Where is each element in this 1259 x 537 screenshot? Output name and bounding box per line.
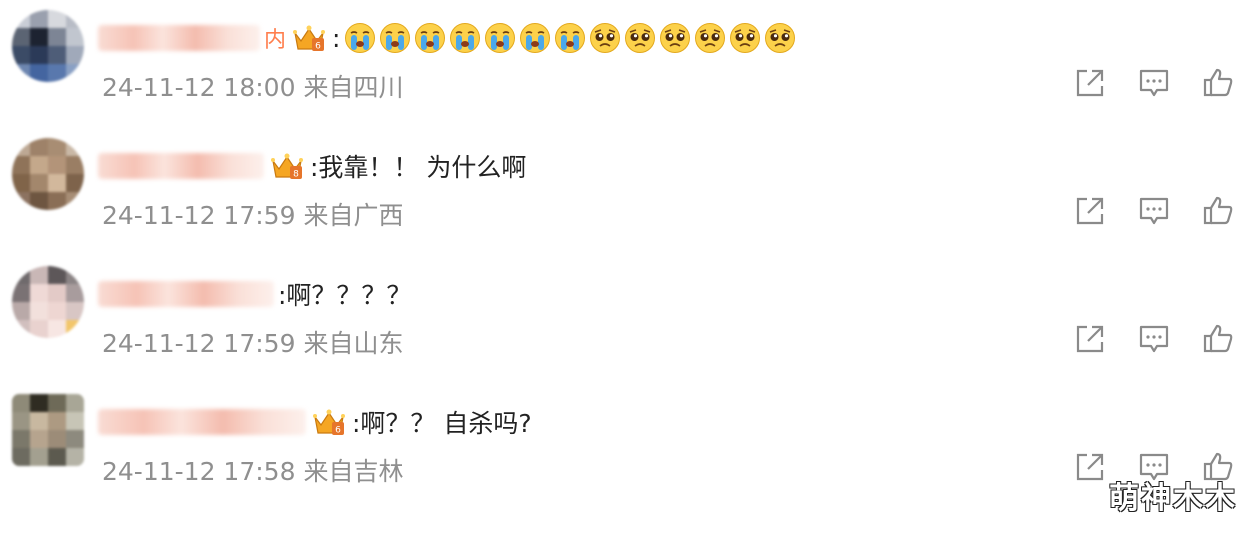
comment-actions xyxy=(1043,322,1235,356)
username-blurred[interactable] xyxy=(98,153,264,179)
svg-text:8: 8 xyxy=(293,170,299,180)
reply-button[interactable] xyxy=(1137,66,1171,100)
share-button[interactable] xyxy=(1073,194,1107,228)
share-icon xyxy=(1076,197,1104,225)
watermark: 萌神木木 xyxy=(1109,481,1237,516)
share-icon xyxy=(1076,325,1104,353)
pleading-face-icon xyxy=(590,23,621,53)
comment-header: 内 6 : xyxy=(98,20,799,56)
comment-header: :啊？？？？ xyxy=(98,276,411,312)
crown-icon: 8 xyxy=(271,153,303,180)
crying-face-icon xyxy=(485,23,516,53)
share-button[interactable] xyxy=(1073,450,1107,484)
comment-actions xyxy=(1043,66,1235,100)
location: 来自吉林 xyxy=(303,457,404,486)
pleading-face-icon xyxy=(625,23,656,53)
comment-meta: 24-11-12 17:59 来自广西 xyxy=(102,196,403,232)
comment-item: 6 :啊？？ 自杀吗? 24-11-12 17:58 来自吉林 xyxy=(0,384,1259,512)
pleading-face-icon xyxy=(730,23,761,53)
location: 来自山东 xyxy=(303,329,404,358)
emoji-row xyxy=(344,22,799,54)
pleading-face-icon xyxy=(695,23,726,53)
crying-face-icon xyxy=(555,23,586,53)
comment-item: 内 6 : 24-11-12 18:00 来自四川 xyxy=(0,0,1259,128)
location: 来自广西 xyxy=(303,201,404,230)
crying-face-icon xyxy=(520,23,551,53)
crying-face-icon xyxy=(380,23,411,53)
comment-meta: 24-11-12 17:59 来自山东 xyxy=(102,324,403,360)
username-blurred[interactable] xyxy=(98,25,260,51)
pleading-face-icon xyxy=(660,23,691,53)
timestamp: 24-11-12 17:58 xyxy=(102,457,296,486)
like-icon xyxy=(1203,324,1233,353)
comment-icon xyxy=(1139,325,1169,353)
avatar[interactable] xyxy=(12,10,84,82)
comment-text: :啊？？？？ xyxy=(278,281,412,310)
location: 来自四川 xyxy=(303,73,404,102)
comment-icon xyxy=(1139,69,1169,97)
avatar[interactable] xyxy=(12,394,84,466)
share-button[interactable] xyxy=(1073,322,1107,356)
pleading-face-icon xyxy=(765,23,796,53)
svg-text:6: 6 xyxy=(335,426,341,436)
username-suffix[interactable]: 内 xyxy=(264,22,286,54)
share-button[interactable] xyxy=(1073,66,1107,100)
comment-meta: 24-11-12 17:58 来自吉林 xyxy=(102,452,403,488)
reply-button[interactable] xyxy=(1137,322,1171,356)
crying-face-icon xyxy=(450,23,481,53)
comment-header: 8 :我靠！！ 为什么啊 xyxy=(98,148,526,184)
crying-face-icon xyxy=(345,23,376,53)
crown-icon: 6 xyxy=(313,409,345,436)
avatar[interactable] xyxy=(12,138,84,210)
comment-text: :啊？？ 自杀吗? xyxy=(352,409,532,438)
comment-header: 6 :啊？？ 自杀吗? xyxy=(98,404,532,440)
like-icon xyxy=(1203,68,1233,97)
comment-actions xyxy=(1043,194,1235,228)
like-button[interactable] xyxy=(1201,194,1235,228)
like-icon xyxy=(1203,196,1233,225)
share-icon xyxy=(1076,453,1104,481)
svg-text:6: 6 xyxy=(315,42,321,52)
comment-item: 8 :我靠！！ 为什么啊 24-11-12 17:59 来自广西 xyxy=(0,128,1259,256)
crying-face-icon xyxy=(415,23,446,53)
crown-icon: 6 xyxy=(293,25,326,52)
comment-text: :我靠！！ 为什么啊 xyxy=(310,153,527,182)
comment-icon xyxy=(1139,197,1169,225)
like-button[interactable] xyxy=(1201,66,1235,100)
avatar[interactable] xyxy=(12,266,84,338)
reply-button[interactable] xyxy=(1137,194,1171,228)
comment-item: :啊？？？？ 24-11-12 17:59 来自山东 xyxy=(0,256,1259,384)
like-button[interactable] xyxy=(1201,322,1235,356)
timestamp: 24-11-12 17:59 xyxy=(102,201,296,230)
username-blurred[interactable] xyxy=(98,409,306,435)
timestamp: 24-11-12 17:59 xyxy=(102,329,296,358)
comment-text: : xyxy=(332,23,341,53)
comment-meta: 24-11-12 18:00 来自四川 xyxy=(102,68,403,104)
username-blurred[interactable] xyxy=(98,281,274,307)
timestamp: 24-11-12 18:00 xyxy=(102,73,296,102)
share-icon xyxy=(1076,69,1104,97)
